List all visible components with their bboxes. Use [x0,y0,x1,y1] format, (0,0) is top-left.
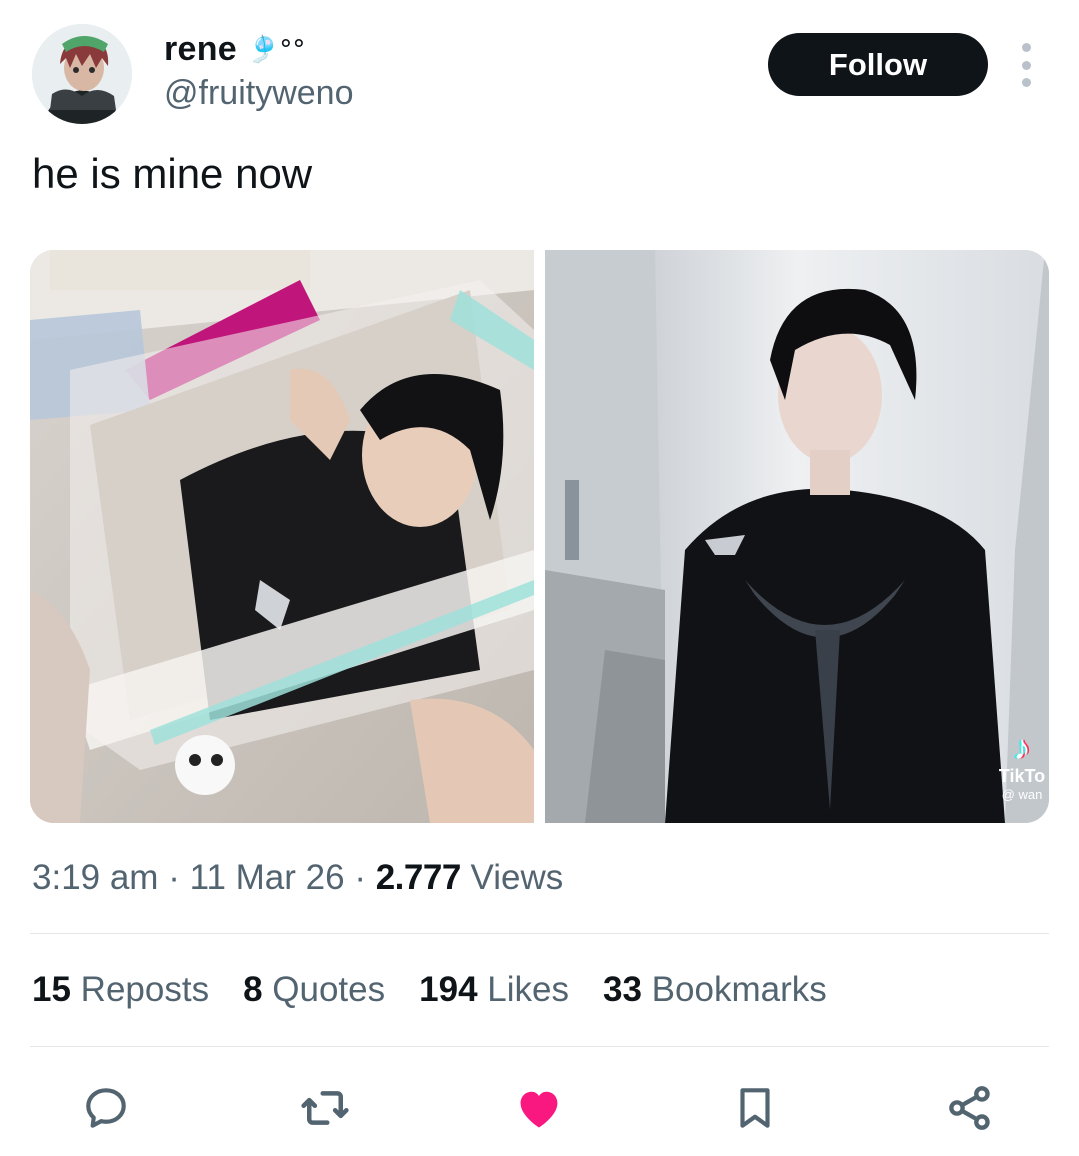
stat-label: Likes [487,970,569,1009]
meta-separator: · [354,858,366,897]
bookmark-icon [740,1088,770,1128]
tweet-date[interactable]: 11 Mar 26 [190,858,345,897]
share-icon [949,1086,990,1130]
author-handle[interactable]: @fruityweno [164,74,353,113]
tiktok-icon: ♪ [1013,729,1031,767]
media-grid: ♪ TikTo @ wan [30,250,1049,823]
engagement-stats: 15 Reposts 8 Quotes 194 Likes 33 Bookmar… [32,970,827,1010]
stat-label: Reposts [80,970,210,1009]
media-photo-left[interactable] [30,250,534,823]
stat-bookmarks[interactable]: 33 Bookmarks [603,970,827,1010]
more-dot [1021,60,1031,70]
tweet-text: he is mine now [32,150,313,197]
more-dot [1021,43,1031,52]
action-bar [0,1080,1079,1140]
stat-label: Bookmarks [651,970,827,1009]
views-count: 2.777 [375,858,462,897]
tweet-time[interactable]: 3:19 am [32,858,158,897]
more-options-icon[interactable] [1011,43,1041,87]
stat-count: 194 [419,970,478,1009]
photocard-binder-image [30,250,534,823]
bookmark-button[interactable] [727,1080,783,1136]
tiktok-label: TikTo [998,766,1046,786]
repost-button[interactable] [297,1080,353,1136]
media-video-right[interactable]: ♪ TikTo @ wan [545,250,1049,823]
reply-icon [86,1088,126,1128]
video-frame-image [545,250,1049,823]
tiktok-watermark: ♪ TikTo @ wan [995,730,1049,802]
avatar[interactable] [32,24,132,124]
meta-separator: · [168,858,180,897]
tweet-meta: 3:19 am · 11 Mar 26 · 2.777 Views [32,858,563,898]
author-name-row[interactable]: rene 🎐°° [164,30,305,69]
stat-reposts[interactable]: 15 Reposts [32,970,209,1010]
stat-label: Quotes [272,970,386,1009]
divider [30,933,1049,934]
stat-count: 8 [243,970,263,1009]
follow-button[interactable]: Follow [768,33,988,96]
repost-icon [301,1091,349,1125]
heart-icon [520,1091,558,1128]
display-name[interactable]: rene [164,30,237,69]
views-label: Views [470,858,564,897]
avatar-image [32,24,132,124]
name-emoji: 🎐°° [247,34,306,65]
tiktok-username: @ wan [1001,787,1043,802]
stat-quotes[interactable]: 8 Quotes [243,970,385,1010]
divider [30,1046,1049,1047]
stat-count: 33 [603,970,642,1009]
stat-count: 15 [32,970,71,1009]
reply-button[interactable] [78,1080,134,1136]
stat-likes[interactable]: 194 Likes [419,970,569,1010]
tweet-header: rene 🎐°° @fruityweno Follow [0,0,1079,140]
share-button[interactable] [942,1080,998,1136]
more-dot [1021,78,1031,87]
like-button[interactable] [511,1080,567,1136]
